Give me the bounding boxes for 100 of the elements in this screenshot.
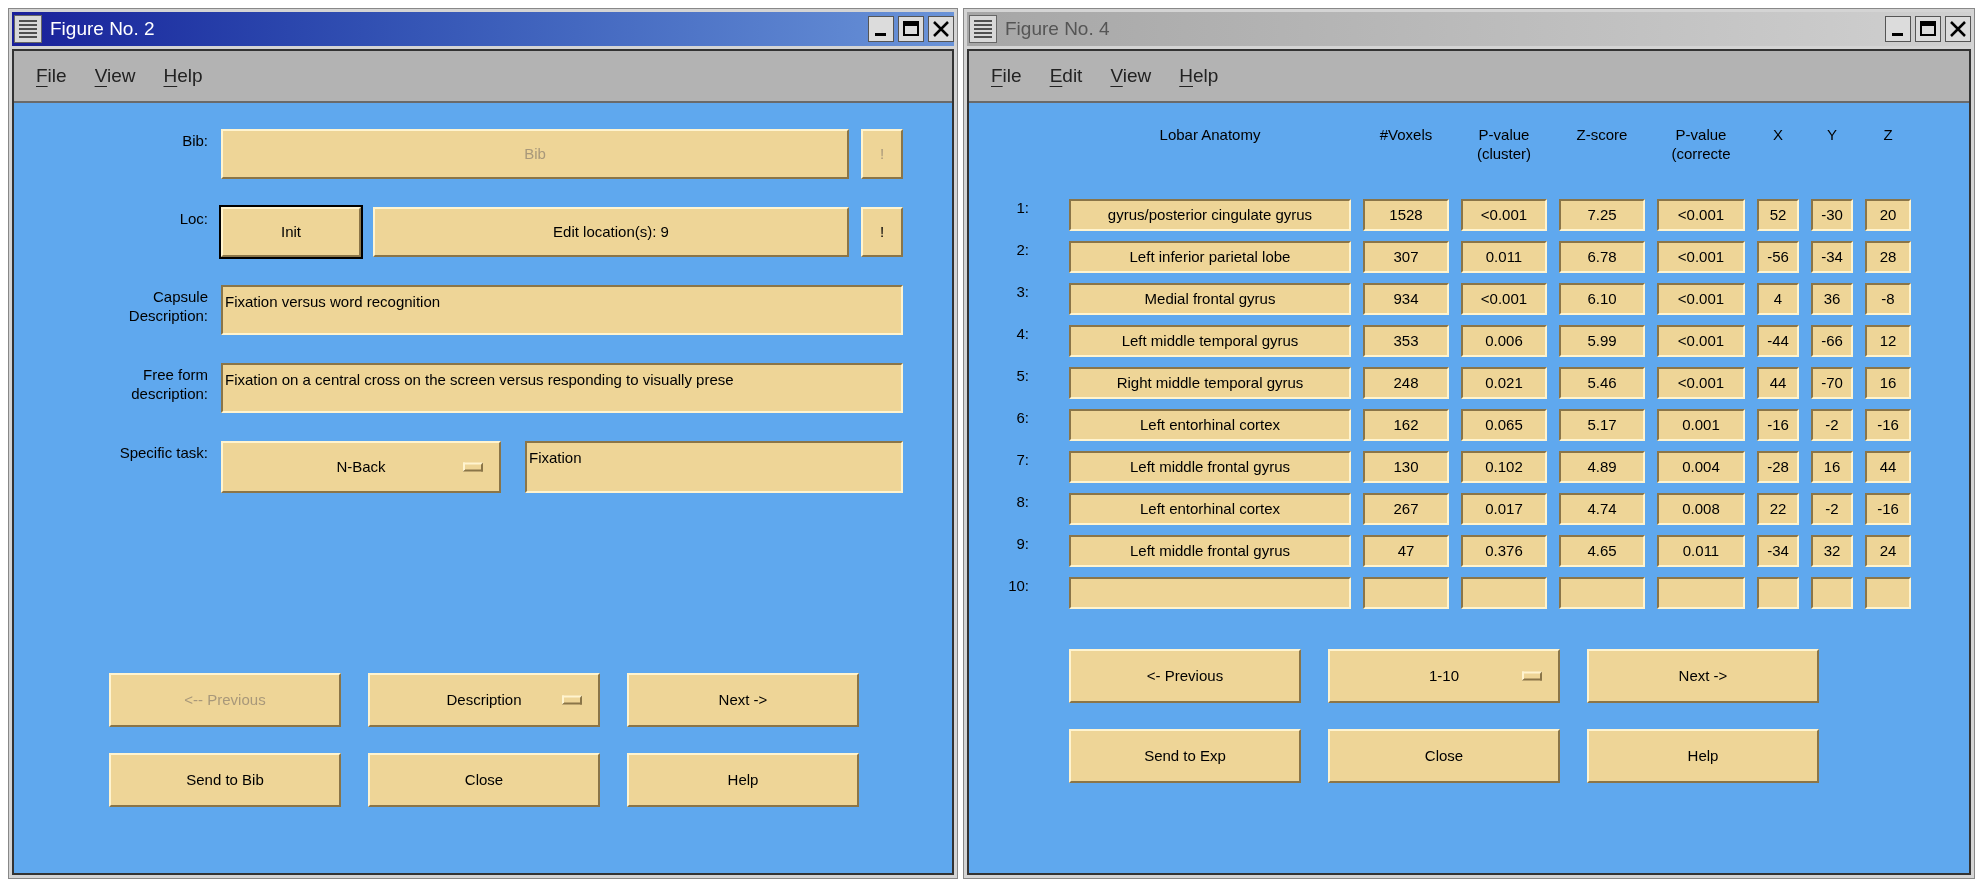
table-cell[interactable] (1363, 577, 1449, 609)
button[interactable]: ! (861, 207, 903, 257)
table-cell[interactable]: 5.46 (1559, 367, 1645, 399)
table-cell[interactable]: 24 (1865, 535, 1911, 567)
table-cell[interactable]: 130 (1363, 451, 1449, 483)
table-cell[interactable]: 22 (1757, 493, 1799, 525)
table-cell[interactable]: -2 (1811, 409, 1853, 441)
button[interactable]: Help (1587, 729, 1819, 783)
table-cell[interactable]: 44 (1757, 367, 1799, 399)
table-cell[interactable]: Medial frontal gyrus (1069, 283, 1351, 315)
dropdown[interactable]: 1-10 (1328, 649, 1560, 703)
table-cell[interactable]: 0.004 (1657, 451, 1745, 483)
table-cell[interactable]: -16 (1757, 409, 1799, 441)
table-cell[interactable]: 44 (1865, 451, 1911, 483)
button[interactable]: Edit location(s): 9 (373, 207, 849, 257)
table-cell[interactable]: -16 (1865, 493, 1911, 525)
table-cell[interactable]: <0.001 (1461, 283, 1547, 315)
text-field[interactable]: Fixation on a central cross on the screen versus responding to visually prese (221, 363, 903, 413)
table-cell[interactable]: 353 (1363, 325, 1449, 357)
table-cell[interactable]: Left entorhinal cortex (1069, 493, 1351, 525)
menu-item[interactable]: File (34, 61, 69, 91)
table-cell[interactable]: 934 (1363, 283, 1449, 315)
table-cell[interactable]: 0.006 (1461, 325, 1547, 357)
table-cell[interactable]: 12 (1865, 325, 1911, 357)
table-cell[interactable]: 20 (1865, 199, 1911, 231)
table-cell[interactable]: 4.65 (1559, 535, 1645, 567)
table-cell[interactable] (1069, 577, 1351, 609)
table-cell[interactable]: <0.001 (1657, 367, 1745, 399)
table-cell[interactable]: -8 (1865, 283, 1911, 315)
button[interactable]: Help (627, 753, 859, 807)
table-cell[interactable]: 16 (1811, 451, 1853, 483)
text-field[interactable]: Fixation versus word recognition (221, 285, 903, 335)
table-cell[interactable]: -16 (1865, 409, 1911, 441)
table-cell[interactable]: Right middle temporal gyrus (1069, 367, 1351, 399)
button[interactable]: Send to Exp (1069, 729, 1301, 783)
table-cell[interactable] (1559, 577, 1645, 609)
menu-item[interactable]: Edit (1047, 61, 1085, 91)
table-cell[interactable]: <0.001 (1657, 283, 1745, 315)
button[interactable]: Init (221, 207, 361, 257)
menu-item[interactable]: Help (161, 61, 205, 91)
table-cell[interactable]: 7.25 (1559, 199, 1645, 231)
table-cell[interactable]: 0.008 (1657, 493, 1745, 525)
table-cell[interactable]: 4.89 (1559, 451, 1645, 483)
table-cell[interactable]: -30 (1811, 199, 1853, 231)
table-cell[interactable]: 267 (1363, 493, 1449, 525)
table-cell[interactable]: 36 (1811, 283, 1853, 315)
button[interactable]: <- Previous (1069, 649, 1301, 703)
button[interactable]: Next -> (627, 673, 859, 727)
dropdown[interactable]: N-Back (221, 441, 501, 493)
table-cell[interactable]: Left middle frontal gyrus (1069, 535, 1351, 567)
button[interactable]: Close (1328, 729, 1560, 783)
text-field[interactable]: Fixation (525, 441, 903, 493)
table-cell[interactable]: 4 (1757, 283, 1799, 315)
menu-item[interactable]: File (989, 61, 1024, 91)
table-cell[interactable] (1757, 577, 1799, 609)
table-cell[interactable]: -70 (1811, 367, 1853, 399)
table-cell[interactable]: -34 (1811, 241, 1853, 273)
table-cell[interactable]: -44 (1757, 325, 1799, 357)
table-cell[interactable]: -2 (1811, 493, 1853, 525)
table-cell[interactable]: 0.011 (1657, 535, 1745, 567)
table-cell[interactable]: 6.78 (1559, 241, 1645, 273)
table-cell[interactable]: 0.376 (1461, 535, 1547, 567)
table-cell[interactable]: 0.011 (1461, 241, 1547, 273)
table-cell[interactable] (1461, 577, 1547, 609)
menu-item[interactable]: View (1108, 61, 1154, 91)
table-cell[interactable]: 32 (1811, 535, 1853, 567)
menu-item[interactable]: Help (1177, 61, 1221, 91)
table-cell[interactable]: -56 (1757, 241, 1799, 273)
table-cell[interactable] (1865, 577, 1911, 609)
button[interactable]: Next -> (1587, 649, 1819, 703)
table-cell[interactable]: Left middle temporal gyrus (1069, 325, 1351, 357)
table-cell[interactable]: <0.001 (1657, 325, 1745, 357)
table-cell[interactable]: Left entorhinal cortex (1069, 409, 1351, 441)
table-cell[interactable]: 47 (1363, 535, 1449, 567)
table-cell[interactable]: 52 (1757, 199, 1799, 231)
table-cell[interactable] (1811, 577, 1853, 609)
table-cell[interactable]: 4.74 (1559, 493, 1645, 525)
table-cell[interactable]: <0.001 (1461, 199, 1547, 231)
button[interactable]: Send to Bib (109, 753, 341, 807)
table-cell[interactable]: -28 (1757, 451, 1799, 483)
table-cell[interactable]: <0.001 (1657, 199, 1745, 231)
table-cell[interactable]: -66 (1811, 325, 1853, 357)
table-cell[interactable]: 0.102 (1461, 451, 1547, 483)
table-cell[interactable] (1657, 577, 1745, 609)
menu-item[interactable]: View (92, 61, 138, 91)
table-cell[interactable]: 5.17 (1559, 409, 1645, 441)
table-cell[interactable]: 0.021 (1461, 367, 1547, 399)
table-cell[interactable]: 5.99 (1559, 325, 1645, 357)
table-cell[interactable]: 0.001 (1657, 409, 1745, 441)
table-cell[interactable]: 6.10 (1559, 283, 1645, 315)
table-cell[interactable]: -34 (1757, 535, 1799, 567)
button[interactable]: Close (368, 753, 600, 807)
table-cell[interactable]: Left inferior parietal lobe (1069, 241, 1351, 273)
table-cell[interactable]: 307 (1363, 241, 1449, 273)
dropdown[interactable]: Description (368, 673, 600, 727)
table-cell[interactable]: gyrus/posterior cingulate gyrus (1069, 199, 1351, 231)
table-cell[interactable]: 0.065 (1461, 409, 1547, 441)
table-cell[interactable]: 248 (1363, 367, 1449, 399)
table-cell[interactable]: 0.017 (1461, 493, 1547, 525)
table-cell[interactable]: 16 (1865, 367, 1911, 399)
